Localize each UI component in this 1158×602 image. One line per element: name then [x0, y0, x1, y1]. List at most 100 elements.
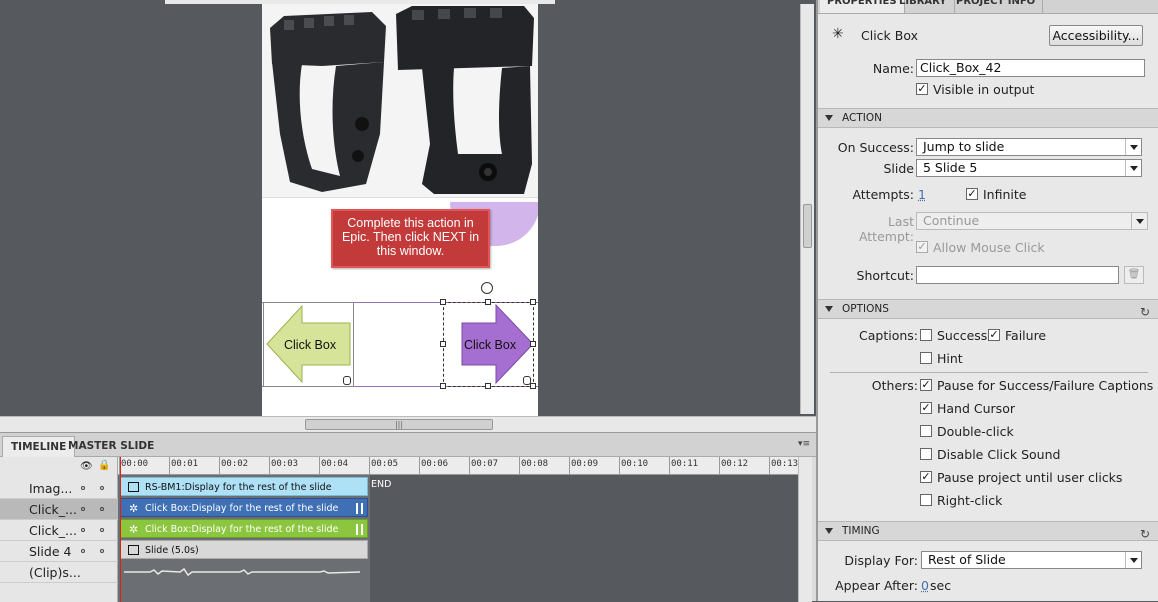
action-section-header[interactable]: ACTION: [818, 108, 1158, 128]
ruler-tick-label: 00:04: [321, 459, 349, 469]
timeline-tab-bar: TIMELINE MASTER SLIDE ▾≡: [0, 433, 816, 457]
chevron-down-icon: [1125, 160, 1141, 176]
eye-icon[interactable]: 👁: [80, 461, 93, 472]
visible-in-output-checkbox[interactable]: ✓: [916, 83, 928, 95]
lock-dot[interactable]: [100, 528, 104, 532]
timeline-bar-image[interactable]: RS-BM1:Display for the rest of the slide: [120, 477, 368, 496]
lock-dot[interactable]: [100, 549, 104, 553]
ruler-tick-label: 00:07: [471, 459, 499, 469]
tab-master-slide[interactable]: MASTER SLIDE: [60, 436, 162, 457]
timeline-bar-click-box-1[interactable]: ✲ Click Box:Display for the rest of the …: [120, 498, 368, 517]
layer-name: Imag...: [29, 481, 73, 496]
resize-handle-e[interactable]: [530, 341, 536, 347]
timeline-ruler[interactable]: 00:00 00:01 00:02 00:03 00:04 00:05 00:06 00:07…: [118, 457, 798, 475]
pause-project-checkbox[interactable]: ✓: [920, 471, 932, 483]
resize-handle-nw[interactable]: [440, 299, 446, 305]
layer-name: Slide 4: [29, 544, 72, 559]
stage-vertical-scrollbar[interactable]: [800, 4, 814, 414]
layer-row[interactable]: Click_...: [0, 520, 118, 541]
playhead[interactable]: [120, 457, 121, 602]
collapse-arrow-icon: [825, 528, 833, 534]
stage-vertical-scroll-thumb[interactable]: [803, 204, 812, 248]
collapse-arrow-icon: [825, 306, 833, 312]
layer-row[interactable]: Imag...: [0, 478, 118, 499]
right-click-checkbox[interactable]: [920, 494, 932, 506]
display-for-label: Display For:: [844, 553, 918, 568]
reset-icon[interactable]: ↻: [1140, 303, 1150, 322]
audio-clip-waveform[interactable]: [120, 563, 368, 581]
pause-captions-checkbox[interactable]: ✓: [920, 379, 932, 391]
visibility-dot[interactable]: [81, 486, 85, 490]
layer-row[interactable]: Slide 4: [0, 541, 118, 562]
product-photo[interactable]: [262, 4, 538, 198]
others-label: Others:: [871, 378, 918, 393]
pause-icon: [356, 524, 363, 535]
resize-handle-n[interactable]: [485, 299, 491, 305]
click-box-next[interactable]: Click Box: [443, 302, 534, 387]
tab-project-info[interactable]: PROJECT INFO: [949, 0, 1044, 13]
hint-caption-label: Hint: [937, 351, 963, 366]
tab-library[interactable]: LIBRARY: [892, 0, 955, 13]
layer-row[interactable]: (Clip)s...: [0, 562, 118, 583]
reset-icon[interactable]: ↻: [1140, 525, 1150, 544]
lock-icon[interactable]: 🔒: [98, 460, 110, 471]
shortcut-input[interactable]: [916, 266, 1119, 284]
on-success-select[interactable]: Jump to slide: [916, 138, 1142, 156]
infinite-checkbox[interactable]: ✓: [966, 188, 978, 200]
slide-select[interactable]: 5 Slide 5: [916, 159, 1142, 177]
options-divider: [830, 372, 1148, 373]
display-for-select[interactable]: Rest of Slide: [921, 551, 1142, 569]
visibility-dot[interactable]: [81, 549, 85, 553]
success-caption-checkbox[interactable]: [920, 329, 932, 341]
hand-cursor-checkbox[interactable]: ✓: [920, 402, 932, 414]
lock-dot[interactable]: [100, 507, 104, 511]
last-attempt-select[interactable]: Continue: [916, 212, 1148, 230]
instruction-caption[interactable]: Complete this action in Epic. Then click…: [331, 209, 490, 268]
lock-dot[interactable]: [100, 486, 104, 490]
layer-list: 👁 🔒 Imag... Click_... Click_... Slide 4 …: [0, 457, 118, 602]
infinite-label: Infinite: [983, 187, 1027, 202]
panel-menu-icon[interactable]: ▾≡: [798, 439, 810, 449]
appear-after-value[interactable]: 0: [921, 578, 929, 593]
resize-handle-s[interactable]: [485, 383, 491, 389]
pause-project-label: Pause project until user clicks: [937, 470, 1123, 485]
slide-canvas[interactable]: Complete this action in Epic. Then click…: [262, 4, 538, 416]
timeline-bar-click-box-2[interactable]: ✲ Click Box:Display for the rest of the …: [120, 519, 368, 538]
ruler-tick: [369, 457, 370, 475]
rotate-handle-icon[interactable]: [481, 282, 493, 294]
stage: Complete this action in Epic. Then click…: [0, 0, 816, 432]
hint-caption-checkbox[interactable]: [920, 352, 932, 364]
resize-handle-w[interactable]: [440, 341, 446, 347]
trash-icon[interactable]: 🗑: [1124, 266, 1144, 284]
allow-mouse-click-checkbox[interactable]: ✓: [916, 241, 928, 253]
properties-tab-bar: PROPERTIES LIBRARY PROJECT INFO: [818, 0, 1158, 14]
ruler-tick-label: 00:03: [271, 459, 299, 469]
attempts-value[interactable]: 1: [918, 187, 926, 202]
timing-section-header[interactable]: TIMING ↻: [818, 521, 1158, 541]
failure-caption-label: Failure: [1005, 328, 1047, 343]
name-input[interactable]: Click_Box_42: [916, 59, 1145, 77]
stage-horizontal-scrollbar[interactable]: |||: [0, 416, 816, 432]
click-box-next-label: Click Box: [464, 338, 517, 352]
slide-icon: [128, 545, 139, 555]
slide-label: Slide: [883, 161, 914, 176]
allow-mouse-click-label: Allow Mouse Click: [933, 240, 1045, 255]
resize-handle-sw[interactable]: [440, 383, 446, 389]
resize-handle-se[interactable]: [530, 383, 536, 389]
ruler-tick: [569, 457, 570, 475]
double-click-checkbox[interactable]: [920, 425, 932, 437]
disable-click-sound-checkbox[interactable]: [920, 448, 932, 460]
resize-handle-ne[interactable]: [530, 299, 536, 305]
visibility-dot[interactable]: [81, 528, 85, 532]
ruler-tick: [619, 457, 620, 475]
timeline-vertical-scrollbar[interactable]: [798, 457, 812, 602]
stage-horizontal-scroll-thumb[interactable]: |||: [305, 419, 493, 430]
visibility-dot[interactable]: [81, 507, 85, 511]
failure-caption-checkbox[interactable]: ✓: [988, 329, 1000, 341]
layer-row[interactable]: Click_...: [0, 499, 118, 520]
accessibility-button[interactable]: Accessibility...: [1049, 25, 1143, 46]
click-box-back[interactable]: Click Box: [263, 302, 354, 387]
timeline-bar-slide[interactable]: Slide (5.0s): [120, 540, 368, 559]
timeline-end-marker: END: [371, 479, 392, 490]
options-section-header[interactable]: OPTIONS ↻: [818, 299, 1158, 319]
